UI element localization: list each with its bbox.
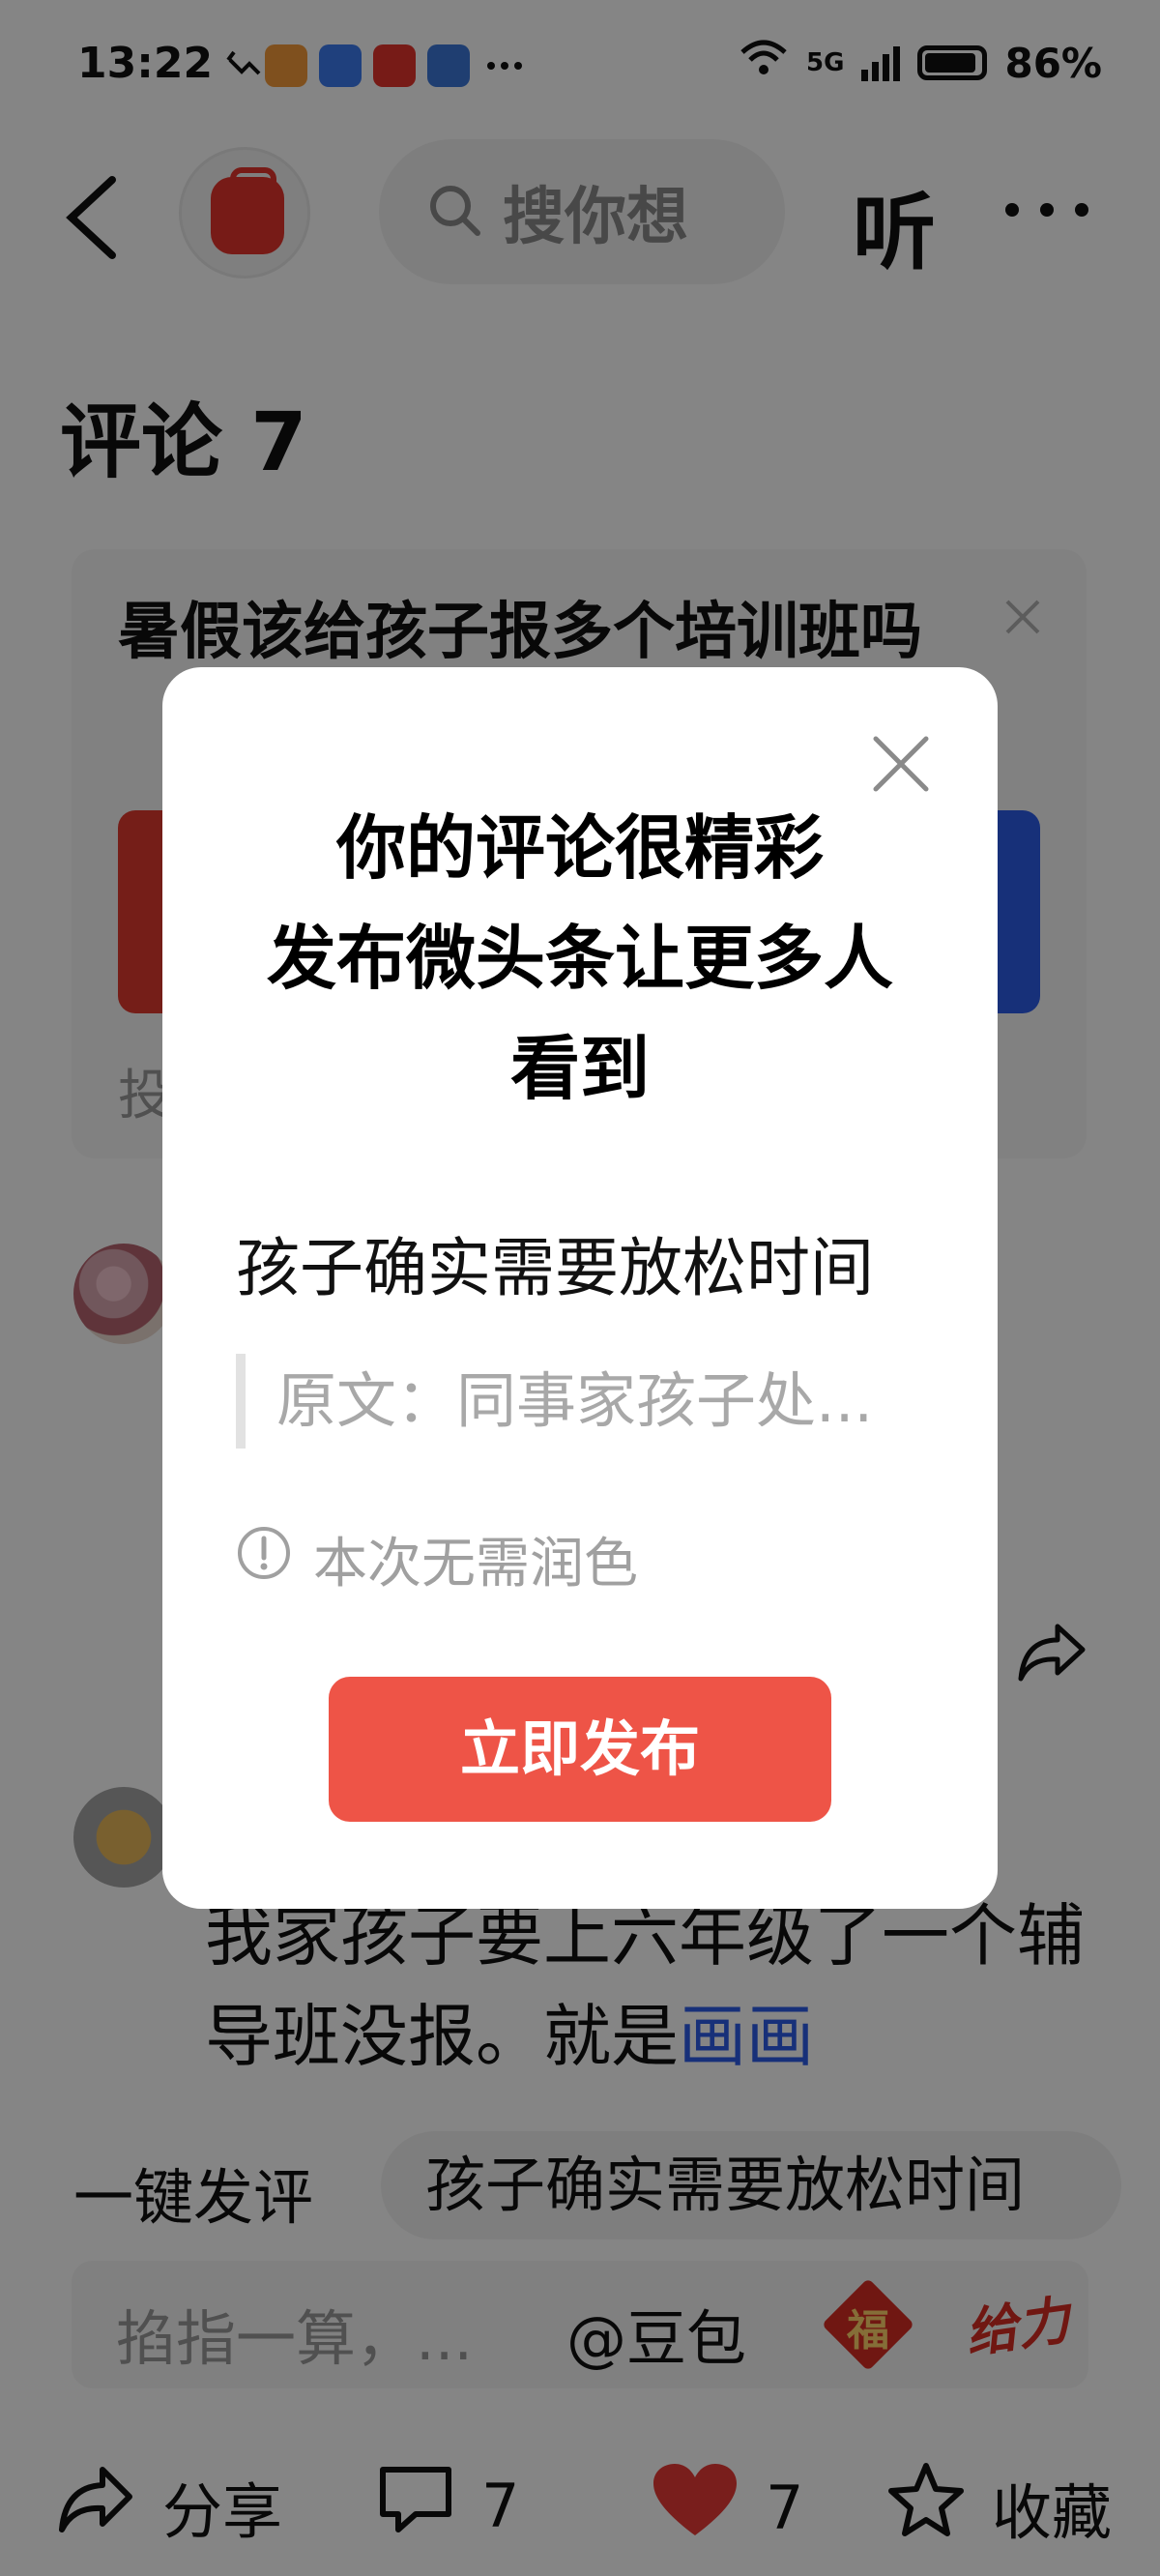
dialog-title-line: 发布微头条让更多人 — [266, 918, 893, 999]
dialog-title: 你的评论很精彩 发布微头条让更多人 看到 — [162, 793, 998, 1124]
article-screen: 13:22 5G 86% 搜你想 听 评论 7 暑假该给孩子报多个培训班吗 投 … — [0, 0, 1160, 2576]
publish-button[interactable]: 立即发布 — [329, 1677, 831, 1822]
dialog-title-line: 你的评论很精彩 — [335, 807, 824, 889]
dialog-comment-text: 孩子确实需要放松时间 — [236, 1231, 874, 1305]
close-icon[interactable] — [866, 729, 936, 799]
dialog-original-quote: 原文：同事家孩子处... — [236, 1354, 951, 1449]
dialog-note: 本次无需润色 — [236, 1520, 638, 1598]
dialog-title-line: 看到 — [509, 1028, 650, 1109]
dialog-note-text: 本次无需润色 — [313, 1533, 638, 1595]
info-icon — [236, 1525, 292, 1595]
publish-dialog: 你的评论很精彩 发布微头条让更多人 看到 孩子确实需要放松时间 原文：同事家孩子… — [162, 667, 998, 1909]
